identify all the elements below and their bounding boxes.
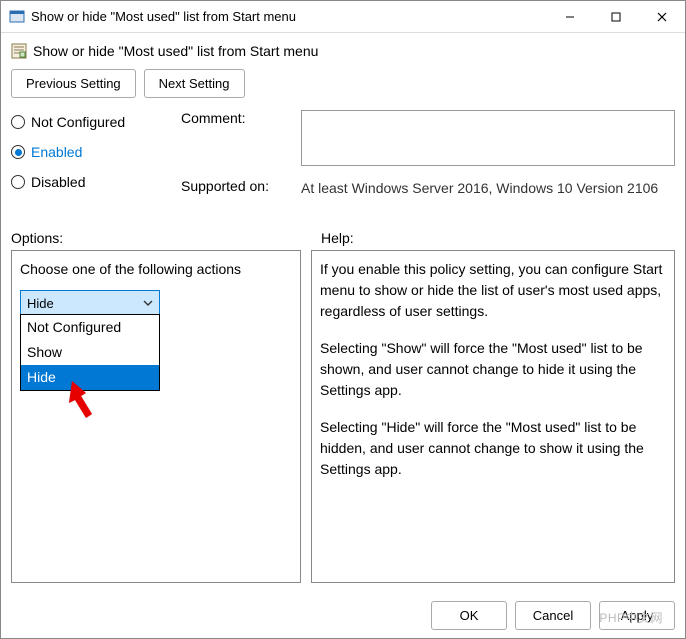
dropdown-option-show[interactable]: Show bbox=[21, 340, 159, 365]
dropdown-option-hide[interactable]: Hide bbox=[21, 365, 159, 390]
radio-icon bbox=[11, 175, 25, 189]
radio-enabled[interactable]: Enabled bbox=[11, 144, 161, 160]
comment-label: Comment: bbox=[181, 110, 291, 126]
config-area: Not Configured Enabled Disabled Comment:… bbox=[11, 110, 675, 218]
dropdown-list: Not Configured Show Hide bbox=[20, 314, 160, 391]
radio-not-configured[interactable]: Not Configured bbox=[11, 114, 161, 130]
radio-icon bbox=[11, 145, 25, 159]
maximize-button[interactable] bbox=[593, 1, 639, 33]
policy-icon bbox=[11, 43, 27, 59]
cancel-button[interactable]: Cancel bbox=[515, 601, 591, 630]
help-label: Help: bbox=[311, 230, 675, 246]
radio-icon bbox=[11, 115, 25, 129]
supported-label: Supported on: bbox=[181, 178, 291, 194]
titlebar: Show or hide "Most used" list from Start… bbox=[1, 1, 685, 33]
help-paragraph: Selecting "Hide" will force the "Most us… bbox=[320, 417, 666, 480]
help-paragraph: Selecting "Show" will force the "Most us… bbox=[320, 338, 666, 401]
radio-label: Not Configured bbox=[31, 114, 125, 130]
previous-setting-button[interactable]: Previous Setting bbox=[11, 69, 136, 98]
close-button[interactable] bbox=[639, 1, 685, 33]
panels: Choose one of the following actions Hide… bbox=[11, 250, 675, 583]
radio-group: Not Configured Enabled Disabled bbox=[11, 110, 161, 218]
fields-area: Comment: Supported on: At least Windows … bbox=[181, 110, 675, 218]
dropdown-value: Hide bbox=[27, 294, 54, 314]
policy-header: Show or hide "Most used" list from Start… bbox=[11, 43, 675, 59]
minimize-button[interactable] bbox=[547, 1, 593, 33]
panel-labels: Options: Help: bbox=[11, 230, 675, 246]
dialog-footer: OK Cancel Apply PHP中文网 bbox=[1, 593, 685, 638]
ok-button[interactable]: OK bbox=[431, 601, 507, 630]
apply-button[interactable]: Apply bbox=[599, 601, 675, 630]
action-dropdown-wrap: Hide Not Configured Show Hide bbox=[20, 290, 160, 318]
supported-row: Supported on: At least Windows Server 20… bbox=[181, 178, 675, 218]
options-instruction: Choose one of the following actions bbox=[20, 259, 292, 280]
radio-label: Disabled bbox=[31, 174, 85, 190]
chevron-down-icon bbox=[143, 294, 153, 314]
nav-buttons: Previous Setting Next Setting bbox=[11, 69, 675, 98]
content-area: Show or hide "Most used" list from Start… bbox=[1, 33, 685, 593]
options-panel: Choose one of the following actions Hide… bbox=[11, 250, 301, 583]
help-panel: If you enable this policy setting, you c… bbox=[311, 250, 675, 583]
options-label: Options: bbox=[11, 230, 311, 246]
radio-disabled[interactable]: Disabled bbox=[11, 174, 161, 190]
comment-row: Comment: bbox=[181, 110, 675, 166]
radio-label: Enabled bbox=[31, 144, 82, 160]
next-setting-button[interactable]: Next Setting bbox=[144, 69, 245, 98]
window-controls bbox=[547, 1, 685, 33]
supported-value: At least Windows Server 2016, Windows 10… bbox=[301, 178, 675, 218]
help-paragraph: If you enable this policy setting, you c… bbox=[320, 259, 666, 322]
policy-title: Show or hide "Most used" list from Start… bbox=[33, 43, 318, 59]
dropdown-option-not-configured[interactable]: Not Configured bbox=[21, 315, 159, 340]
comment-input[interactable] bbox=[301, 110, 675, 166]
app-icon bbox=[9, 9, 25, 25]
window-title: Show or hide "Most used" list from Start… bbox=[31, 9, 547, 24]
